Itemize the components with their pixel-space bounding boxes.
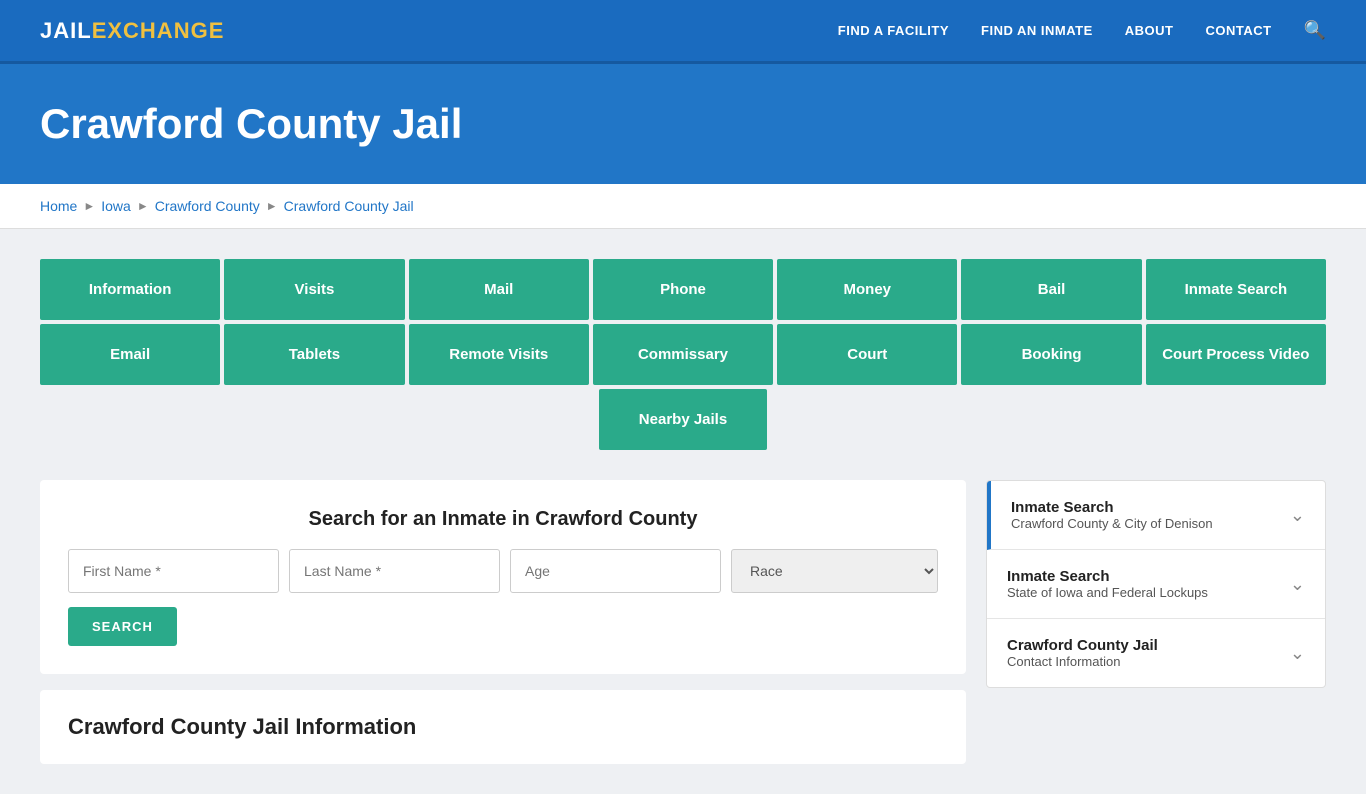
first-name-input[interactable] <box>68 549 279 593</box>
main-nav: JAIL EXCHANGE FIND A FACILITY FIND AN IN… <box>0 0 1366 64</box>
btn-court-process-video[interactable]: Court Process Video <box>1146 324 1326 385</box>
nav-contact[interactable]: CONTACT <box>1205 23 1271 38</box>
breadcrumb-sep-1: ► <box>83 199 95 213</box>
race-select[interactable]: Race White Black Hispanic Asian Other <box>731 549 938 593</box>
left-column: Search for an Inmate in Crawford County … <box>40 480 966 764</box>
breadcrumb-iowa[interactable]: Iowa <box>101 198 131 214</box>
chevron-down-icon-3: ⌄ <box>1290 643 1305 664</box>
btn-information[interactable]: Information <box>40 259 220 320</box>
breadcrumb: Home ► Iowa ► Crawford County ► Crawford… <box>0 184 1366 229</box>
nav-find-facility[interactable]: FIND A FACILITY <box>838 23 949 38</box>
button-row-1: Information Visits Mail Phone Money Bail… <box>40 259 1326 320</box>
btn-nearby-jails[interactable]: Nearby Jails <box>599 389 767 450</box>
sidebar: Inmate Search Crawford County & City of … <box>986 480 1326 688</box>
btn-tablets[interactable]: Tablets <box>224 324 404 385</box>
search-title: Search for an Inmate in Crawford County <box>68 508 938 531</box>
sidebar-item-title-1: Inmate Search <box>1011 499 1213 516</box>
sidebar-item-inmate-search-local[interactable]: Inmate Search Crawford County & City of … <box>987 481 1325 550</box>
info-title: Crawford County Jail Information <box>68 714 938 740</box>
logo-jail: JAIL <box>40 18 92 44</box>
page-title: Crawford County Jail <box>40 100 1326 148</box>
sidebar-item-title-2: Inmate Search <box>1007 568 1208 585</box>
chevron-down-icon-1: ⌄ <box>1290 505 1305 526</box>
btn-booking[interactable]: Booking <box>961 324 1141 385</box>
breadcrumb-crawford-county[interactable]: Crawford County <box>155 198 260 214</box>
sidebar-item-sub-2: State of Iowa and Federal Lockups <box>1007 585 1208 600</box>
breadcrumb-sep-2: ► <box>137 199 149 213</box>
btn-court[interactable]: Court <box>777 324 957 385</box>
last-name-input[interactable] <box>289 549 500 593</box>
button-row-3: Nearby Jails <box>40 389 1326 450</box>
content-row: Search for an Inmate in Crawford County … <box>40 480 1326 764</box>
search-button[interactable]: SEARCH <box>68 607 177 646</box>
search-fields: Race White Black Hispanic Asian Other <box>68 549 938 593</box>
hero-section: Crawford County Jail <box>0 64 1366 184</box>
age-input[interactable] <box>510 549 721 593</box>
sidebar-item-inmate-search-state[interactable]: Inmate Search State of Iowa and Federal … <box>987 550 1325 619</box>
btn-visits[interactable]: Visits <box>224 259 404 320</box>
breadcrumb-home[interactable]: Home <box>40 198 77 214</box>
btn-email[interactable]: Email <box>40 324 220 385</box>
btn-inmate-search[interactable]: Inmate Search <box>1146 259 1326 320</box>
sidebar-item-sub-1: Crawford County & City of Denison <box>1011 516 1213 531</box>
info-section: Crawford County Jail Information <box>40 690 966 764</box>
breadcrumb-crawford-county-jail[interactable]: Crawford County Jail <box>284 198 414 214</box>
main-content: Information Visits Mail Phone Money Bail… <box>0 229 1366 794</box>
sidebar-item-title-3: Crawford County Jail <box>1007 637 1158 654</box>
btn-bail[interactable]: Bail <box>961 259 1141 320</box>
btn-remote-visits[interactable]: Remote Visits <box>409 324 589 385</box>
inmate-search-box: Search for an Inmate in Crawford County … <box>40 480 966 674</box>
breadcrumb-sep-3: ► <box>266 199 278 213</box>
nav-find-inmate[interactable]: FIND AN INMATE <box>981 23 1093 38</box>
btn-phone[interactable]: Phone <box>593 259 773 320</box>
logo[interactable]: JAIL EXCHANGE <box>40 18 224 44</box>
search-icon[interactable]: 🔍 <box>1304 20 1326 41</box>
chevron-down-icon-2: ⌄ <box>1290 574 1305 595</box>
button-row-2: Email Tablets Remote Visits Commissary C… <box>40 324 1326 385</box>
sidebar-item-contact-info[interactable]: Crawford County Jail Contact Information… <box>987 619 1325 687</box>
nav-about[interactable]: ABOUT <box>1125 23 1174 38</box>
logo-exchange: EXCHANGE <box>92 18 225 44</box>
sidebar-item-sub-3: Contact Information <box>1007 654 1158 669</box>
btn-mail[interactable]: Mail <box>409 259 589 320</box>
btn-commissary[interactable]: Commissary <box>593 324 773 385</box>
btn-money[interactable]: Money <box>777 259 957 320</box>
nav-links: FIND A FACILITY FIND AN INMATE ABOUT CON… <box>838 20 1326 41</box>
